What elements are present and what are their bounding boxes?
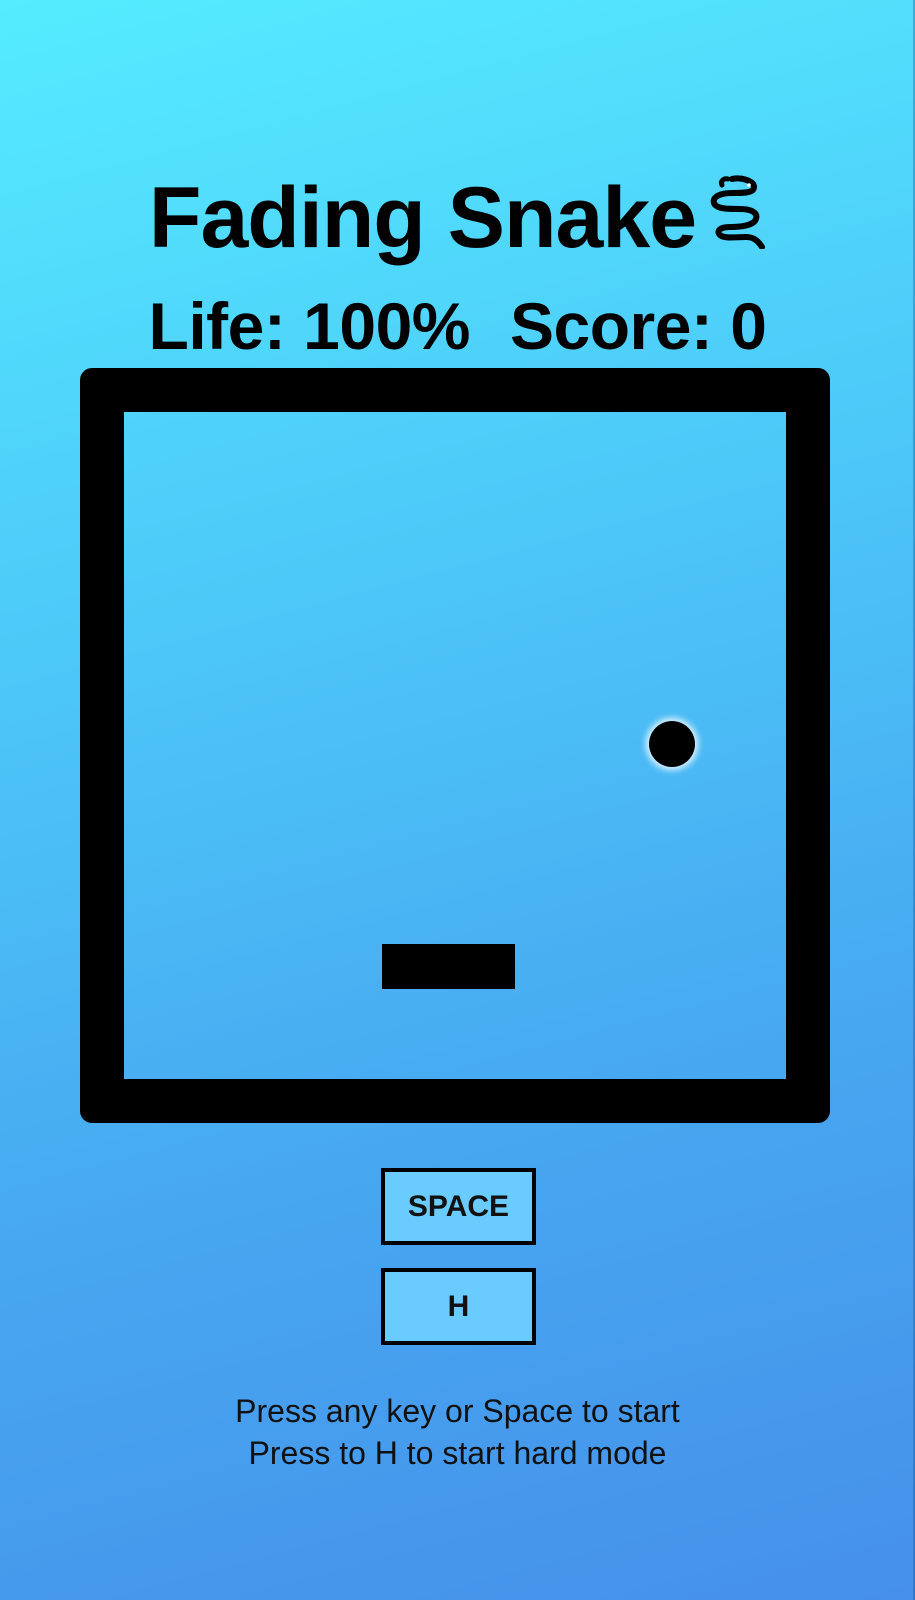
food-dot: [649, 721, 695, 767]
title-row: Fading Snake: [0, 168, 915, 268]
instruction-line-hard: Press to H to start hard mode: [248, 1435, 667, 1471]
game-board[interactable]: [80, 368, 830, 1123]
game-title: Fading Snake: [148, 170, 697, 266]
life-display: Life: 100%: [148, 289, 471, 363]
instructions: Press any key or Space to start Press to…: [0, 1390, 915, 1474]
space-button[interactable]: SPACE: [381, 1168, 536, 1245]
stats-bar: Life: 100% Score: 0: [0, 288, 915, 364]
snake-icon: [710, 175, 766, 249]
hard-mode-button[interactable]: H: [381, 1268, 536, 1345]
snake-body: [382, 944, 515, 989]
score-display: Score: 0: [510, 289, 767, 363]
instruction-line-start: Press any key or Space to start: [235, 1393, 680, 1429]
